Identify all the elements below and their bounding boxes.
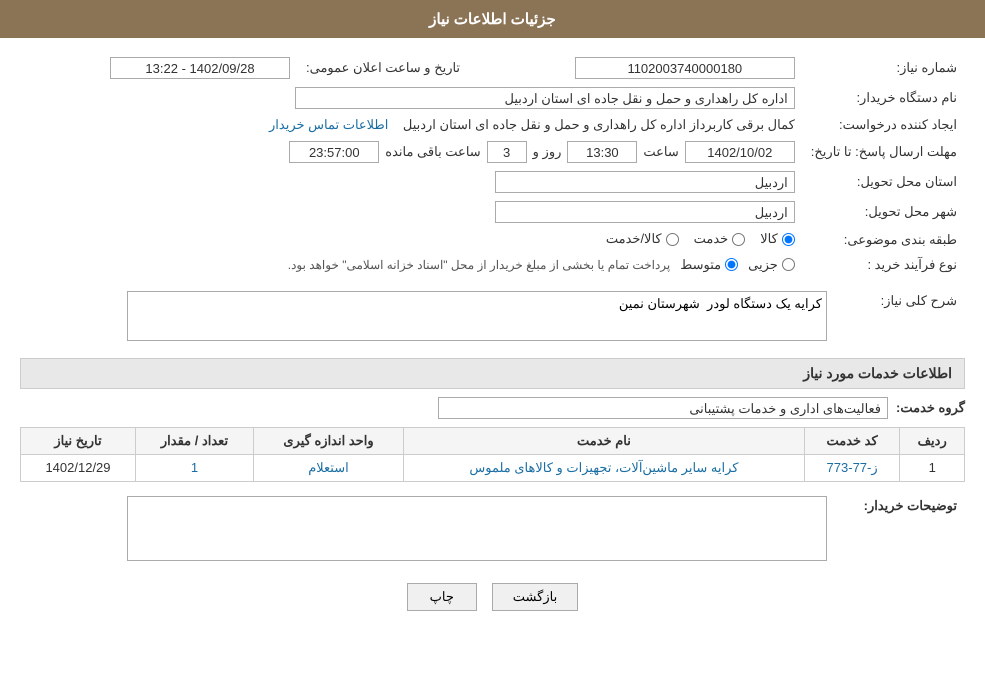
need-summary-cell: كرايه يک دستگاه لودر شهرستان نمين bbox=[20, 287, 835, 348]
announce-date-value: 1402/09/28 - 13:22 bbox=[110, 57, 290, 79]
cell-row: 1 bbox=[900, 454, 965, 481]
deadline-time-label: ساعت bbox=[643, 144, 678, 160]
need-number-value: 1102003740000180 bbox=[575, 57, 795, 79]
org-name-value: اداره کل راهداری و حمل و نقل جاده ای است… bbox=[295, 87, 795, 109]
city-label: شهر محل تحویل: bbox=[803, 197, 965, 227]
buyer-desc-label: توضیحات خریدار: bbox=[835, 492, 965, 568]
col-header-unit: واحد اندازه گیری bbox=[253, 427, 403, 454]
remaining-time-label: ساعت باقی مانده bbox=[385, 144, 480, 160]
print-button[interactable]: چاپ bbox=[407, 583, 477, 611]
col-header-date: تاریخ نیاز bbox=[21, 427, 136, 454]
need-number-cell: 1102003740000180 bbox=[468, 53, 803, 83]
province-cell: اردبیل bbox=[20, 167, 803, 197]
creator-cell: کمال برقی کاربرداز اداره کل راهداری و حم… bbox=[20, 113, 803, 137]
purchase-type-label: نوع فرآیند خرید : bbox=[803, 253, 965, 277]
buyer-description-value[interactable] bbox=[127, 496, 827, 561]
org-name-cell: اداره کل راهداری و حمل و نقل جاده ای است… bbox=[20, 83, 803, 113]
deadline-days-value: 3 bbox=[487, 141, 527, 163]
table-row: 1 ز-77-773 کرایه سایر ماشین‌آلات، تجهیزا… bbox=[21, 454, 965, 481]
announce-date-label: تاریخ و ساعت اعلان عمومی: bbox=[298, 53, 468, 83]
cell-qty: 1 bbox=[136, 454, 254, 481]
purchase-type-notice: پرداخت تمام یا بخشی از مبلغ خریدار از مح… bbox=[288, 258, 671, 272]
remaining-time-value: 23:57:00 bbox=[289, 141, 379, 163]
group-service-row: گروه خدمت: فعالیت‌های اداری و خدمات پشتی… bbox=[20, 397, 965, 419]
purchase-type-partial-label: جزیی bbox=[748, 257, 778, 273]
col-header-code: کد خدمت bbox=[804, 427, 900, 454]
category-both-label: کالا/خدمت bbox=[606, 231, 662, 247]
purchase-type-partial[interactable]: جزیی bbox=[748, 257, 795, 273]
deadline-date-value: 1402/10/02 bbox=[685, 141, 795, 163]
city-value: اردبیل bbox=[495, 201, 795, 223]
col-header-name: نام خدمت bbox=[404, 427, 805, 454]
deadline-day-label: روز و bbox=[533, 144, 562, 160]
announce-date-cell: 1402/09/28 - 13:22 bbox=[20, 53, 298, 83]
need-summary-value[interactable]: كرايه يک دستگاه لودر شهرستان نمين bbox=[127, 291, 827, 341]
col-header-row: ردیف bbox=[900, 427, 965, 454]
creator-value: کمال برقی کاربرداز اداره کل راهداری و حم… bbox=[403, 117, 795, 132]
category-service-label: خدمت bbox=[694, 231, 729, 247]
purchase-type-medium-label: متوسط bbox=[680, 257, 721, 273]
category-goods-label: کالا bbox=[760, 231, 778, 247]
page-title: جزئیات اطلاعات نیاز bbox=[429, 11, 556, 28]
buyer-desc-cell bbox=[20, 492, 835, 568]
service-group-label: گروه خدمت: bbox=[896, 400, 965, 416]
contact-link[interactable]: اطلاعات تماس خریدار bbox=[269, 117, 388, 132]
cell-code: ز-77-773 bbox=[804, 454, 900, 481]
col-header-qty: تعداد / مقدار bbox=[136, 427, 254, 454]
deadline-label: مهلت ارسال پاسخ: تا تاریخ: bbox=[803, 137, 965, 167]
deadline-time-value: 13:30 bbox=[567, 141, 637, 163]
cell-name: کرایه سایر ماشین‌آلات، تجهیزات و کالاهای… bbox=[404, 454, 805, 481]
button-row: بازگشت چاپ bbox=[20, 583, 965, 626]
cell-date: 1402/12/29 bbox=[21, 454, 136, 481]
category-label: طبقه بندی موضوعی: bbox=[803, 227, 965, 253]
need-summary-table: شرح کلی نیاز: كرايه يک دستگاه لودر شهرست… bbox=[20, 287, 965, 348]
category-option-service[interactable]: خدمت bbox=[694, 231, 746, 247]
back-button[interactable]: بازگشت bbox=[492, 583, 578, 611]
category-cell: کالا خدمت کالا/خدمت bbox=[20, 227, 803, 253]
category-option-both[interactable]: کالا/خدمت bbox=[606, 231, 679, 247]
buyer-desc-table: توضیحات خریدار: bbox=[20, 492, 965, 568]
services-section-title: اطلاعات خدمات مورد نیاز bbox=[20, 358, 965, 389]
need-summary-label: شرح کلی نیاز: bbox=[835, 287, 965, 348]
creator-label: ایجاد کننده درخواست: bbox=[803, 113, 965, 137]
main-info-table: شماره نیاز: 1102003740000180 تاریخ و ساع… bbox=[20, 53, 965, 277]
city-cell: اردبیل bbox=[20, 197, 803, 227]
services-table: ردیف کد خدمت نام خدمت واحد اندازه گیری ت… bbox=[20, 427, 965, 482]
province-value: اردبیل bbox=[495, 171, 795, 193]
province-label: استان محل تحویل: bbox=[803, 167, 965, 197]
purchase-type-cell: جزیی متوسط پرداخت تمام یا بخشی از مبلغ خ… bbox=[20, 253, 803, 277]
need-number-label: شماره نیاز: bbox=[803, 53, 965, 83]
page-header: جزئیات اطلاعات نیاز bbox=[0, 0, 985, 38]
deadline-cell: 1402/10/02 ساعت 13:30 روز و 3 ساعت باقی … bbox=[20, 137, 803, 167]
cell-unit: استعلام bbox=[253, 454, 403, 481]
purchase-type-medium[interactable]: متوسط bbox=[680, 257, 738, 273]
service-group-value: فعالیت‌های اداری و خدمات پشتیبانی bbox=[438, 397, 888, 419]
category-option-goods[interactable]: کالا bbox=[760, 231, 795, 247]
org-name-label: نام دستگاه خریدار: bbox=[803, 83, 965, 113]
